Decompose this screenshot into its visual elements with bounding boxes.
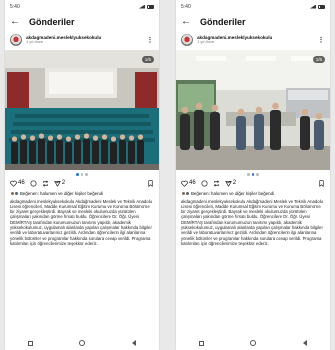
auditorium-photo — [5, 50, 159, 170]
bookmark-button[interactable] — [147, 179, 154, 187]
status-bar: 5:40 — [5, 0, 159, 13]
phone-screen-right: 5:40 ← Gönderiler akdagmadeni.mesleklyuk… — [176, 0, 330, 350]
like-count: 46 — [18, 180, 25, 186]
carousel-dot — [80, 173, 84, 176]
liked-by-row[interactable]: Beğenen: halumen ve diğer kişiler beğend… — [176, 189, 330, 198]
page-title: Gönderiler — [29, 17, 75, 27]
more-dots-icon[interactable]: ⋮ — [318, 36, 326, 44]
liker-avatars — [181, 190, 190, 196]
carousel-dots — [176, 170, 330, 178]
send-icon — [53, 180, 61, 187]
carousel-dot-active — [76, 173, 79, 176]
post-image-auditorium[interactable]: 1/6 — [5, 50, 159, 170]
signal-icon — [139, 4, 145, 9]
liker-avatars — [10, 190, 19, 196]
share-count: 2 — [232, 180, 237, 186]
battery-icon — [147, 4, 154, 9]
status-icons — [139, 4, 154, 9]
share-count: 2 — [61, 180, 66, 186]
comment-button[interactable] — [201, 180, 208, 187]
nav-back-icon[interactable] — [302, 340, 307, 346]
repost-icon — [42, 179, 48, 187]
comment-icon — [30, 180, 37, 186]
carousel-dot-active — [251, 173, 255, 176]
like-button[interactable]: 46 — [10, 180, 25, 187]
home-icon[interactable] — [79, 340, 86, 346]
like-button[interactable]: 46 — [181, 180, 196, 187]
page-title: Gönderiler — [200, 17, 246, 27]
post-age: 1 yıl önce — [26, 39, 44, 45]
battery-icon — [318, 4, 325, 9]
heart-icon — [10, 180, 17, 187]
bookmark-icon — [319, 179, 324, 187]
comment-icon — [201, 180, 208, 186]
status-icons — [310, 4, 325, 9]
liked-by-text: Beğenen: halumen ve diğer kişiler beğend… — [20, 190, 103, 196]
image-counter: 1/6 — [312, 56, 325, 63]
comment-button[interactable] — [30, 180, 37, 187]
liked-by-text: Beğenen: halumen ve diğer kişiler beğend… — [191, 190, 274, 196]
recent-apps-icon[interactable] — [199, 340, 205, 346]
home-icon[interactable] — [250, 340, 257, 346]
bookmark-icon — [148, 179, 153, 187]
post-header: akdagmadeni.mesleklyuksekokulu 1 yıl önc… — [5, 31, 159, 50]
image-counter: 1/6 — [141, 56, 154, 63]
bookmark-button[interactable] — [318, 179, 325, 187]
more-dots-icon[interactable]: ⋮ — [147, 36, 155, 44]
send-icon — [224, 180, 232, 187]
like-count: 46 — [189, 180, 196, 186]
post-age: 1 yıl önce — [197, 39, 215, 45]
top-bar: ← Gönderiler — [5, 13, 159, 31]
recent-apps-icon[interactable] — [28, 340, 34, 346]
status-bar: 5:40 — [176, 0, 330, 13]
liked-by-row[interactable]: Beğenen: halumen ve diğer kişiler beğend… — [5, 189, 159, 198]
phone-screen-left: 5:40 ← Gönderiler akdagmadeni.mesleklyuk… — [5, 0, 159, 350]
share-button[interactable]: 2 — [224, 180, 237, 187]
back-arrow-icon[interactable]: ← — [10, 17, 20, 27]
heart-icon — [181, 180, 188, 187]
system-nav-bar — [176, 336, 330, 350]
share-button[interactable]: 2 — [53, 180, 66, 187]
post-header: akdagmadeni.mesleklyuksekokulu 1 yıl önc… — [176, 31, 330, 50]
carousel-dot — [85, 173, 88, 176]
repost-icon — [213, 179, 219, 187]
action-bar: 46 2 — [5, 178, 159, 189]
top-bar: ← Gönderiler — [176, 13, 330, 31]
post-caption: akdagmadeni.meslekyuksekokulu Akdağmaden… — [10, 198, 153, 246]
carousel-dot — [256, 173, 259, 176]
status-time: 5:40 — [10, 3, 20, 10]
repost-button[interactable] — [42, 179, 49, 187]
carousel-dot — [247, 173, 250, 176]
nav-back-icon[interactable] — [131, 340, 136, 346]
post-caption: akdagmadeni.meslekyuksekokulu Akdağmaden… — [181, 198, 324, 246]
status-time: 5:40 — [181, 3, 191, 10]
account-avatar[interactable] — [10, 34, 22, 46]
repost-button[interactable] — [213, 179, 220, 187]
action-bar: 46 2 — [176, 178, 330, 189]
system-nav-bar — [5, 336, 159, 350]
signal-icon — [310, 4, 316, 9]
account-avatar[interactable] — [181, 34, 193, 46]
back-arrow-icon[interactable]: ← — [181, 17, 191, 27]
laboratory-photo — [176, 50, 330, 170]
post-image-laboratory[interactable]: 1/6 — [176, 50, 330, 170]
screens-container: 5:40 ← Gönderiler akdagmadeni.mesleklyuk… — [0, 0, 335, 350]
carousel-dots — [5, 170, 159, 178]
